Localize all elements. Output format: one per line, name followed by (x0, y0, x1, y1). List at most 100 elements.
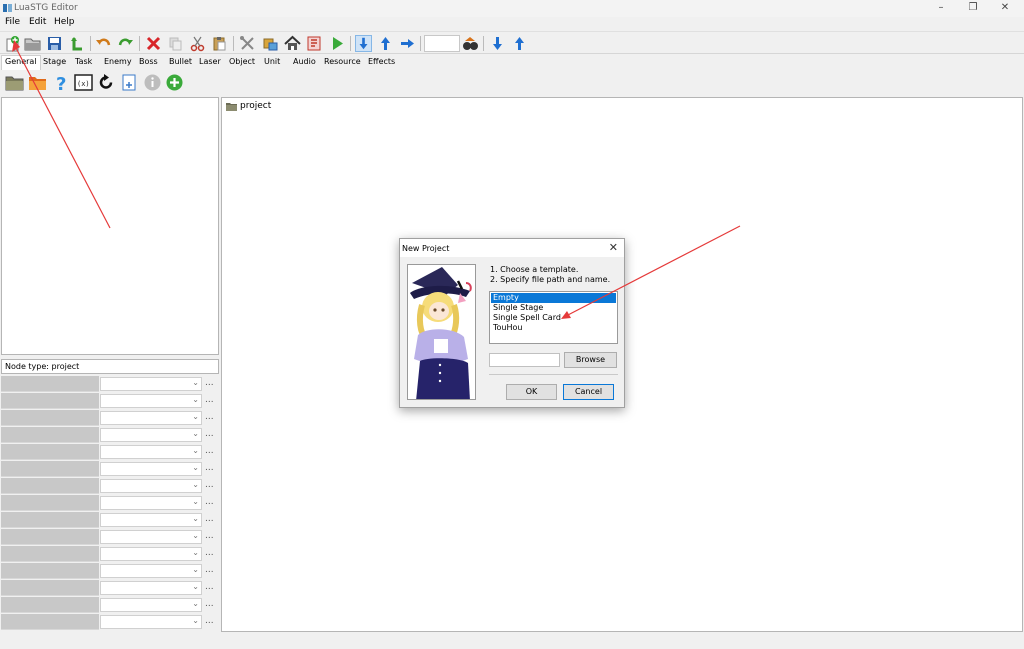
paste-icon[interactable] (211, 35, 228, 52)
template-item-single-stage[interactable]: Single Stage (491, 303, 616, 313)
chevron-down-icon[interactable]: ⌄ (192, 429, 199, 438)
chevron-down-icon[interactable]: ⌄ (192, 497, 199, 506)
property-value-combo[interactable]: ⌄ (100, 496, 202, 510)
tab-bullet[interactable]: Bullet (169, 57, 192, 66)
tab-task[interactable]: Task (75, 57, 92, 66)
ok-button[interactable]: OK (506, 384, 557, 400)
property-value-combo[interactable]: ⌄ (100, 530, 202, 544)
property-value-combo[interactable]: ⌄ (100, 598, 202, 612)
chevron-down-icon[interactable]: ⌄ (192, 565, 199, 574)
tab-boss[interactable]: Boss (139, 57, 158, 66)
code-icon[interactable]: (x) (74, 73, 93, 92)
tab-effects[interactable]: Effects (368, 57, 395, 66)
property-value-combo[interactable]: ⌄ (100, 428, 202, 442)
close-icon[interactable]: ✕ (609, 241, 618, 254)
template-item-touhou[interactable]: TouHou (491, 323, 616, 333)
tools-icon[interactable] (239, 35, 256, 52)
chevron-down-icon[interactable]: ⌄ (192, 531, 199, 540)
copy-disabled-icon[interactable] (167, 35, 184, 52)
open-folder-icon[interactable] (24, 35, 41, 52)
property-value-combo[interactable]: ⌄ (100, 547, 202, 561)
undo-icon[interactable] (95, 35, 112, 52)
property-value-combo[interactable]: ⌄ (100, 445, 202, 459)
menu-help[interactable]: Help (54, 17, 75, 27)
chevron-down-icon[interactable]: ⌄ (192, 378, 199, 387)
tab-unit[interactable]: Unit (264, 57, 280, 66)
property-more-button[interactable]: ... (205, 514, 214, 524)
property-more-button[interactable]: ... (205, 480, 214, 490)
property-more-button[interactable]: ... (205, 395, 214, 405)
property-more-button[interactable]: ... (205, 429, 214, 439)
debug-stage-input[interactable] (424, 35, 460, 52)
menu-edit[interactable]: Edit (29, 17, 46, 27)
chevron-down-icon[interactable]: ⌄ (192, 463, 199, 472)
debug-run-icon[interactable] (462, 35, 479, 52)
property-more-button[interactable]: ... (205, 497, 214, 507)
insert-child-icon[interactable] (355, 35, 372, 52)
close-window-button[interactable]: ✕ (990, 1, 1020, 15)
run-icon[interactable] (329, 35, 346, 52)
add-icon[interactable] (165, 73, 184, 92)
property-value-combo[interactable]: ⌄ (100, 615, 202, 629)
template-item-empty[interactable]: Empty (491, 293, 616, 303)
property-more-button[interactable]: ... (205, 412, 214, 422)
delete-icon[interactable] (145, 35, 162, 52)
property-value-combo[interactable]: ⌄ (100, 377, 202, 391)
folder-orange-icon[interactable] (28, 73, 47, 92)
chevron-down-icon[interactable]: ⌄ (192, 616, 199, 625)
new-project-icon[interactable] (4, 35, 21, 52)
tab-object[interactable]: Object (229, 57, 255, 66)
move-up-icon[interactable] (511, 35, 528, 52)
move-down-icon[interactable] (489, 35, 506, 52)
pack-icon[interactable] (262, 35, 279, 52)
tab-resource[interactable]: Resource (324, 57, 361, 66)
property-more-button[interactable]: ... (205, 565, 214, 575)
info-icon[interactable] (143, 73, 162, 92)
menu-file[interactable]: File (5, 17, 20, 27)
property-value-combo[interactable]: ⌄ (100, 479, 202, 493)
minimize-button[interactable]: – (926, 1, 956, 15)
template-item-single-spell-card[interactable]: Single Spell Card (491, 313, 616, 323)
property-value-combo[interactable]: ⌄ (100, 581, 202, 595)
insert-after-icon[interactable] (399, 35, 416, 52)
save-icon[interactable] (46, 35, 63, 52)
property-more-button[interactable]: ... (205, 616, 214, 626)
refresh-icon[interactable] (97, 73, 116, 92)
chevron-down-icon[interactable]: ⌄ (192, 514, 199, 523)
property-value-combo[interactable]: ⌄ (100, 462, 202, 476)
chevron-down-icon[interactable]: ⌄ (192, 599, 199, 608)
browse-button[interactable]: Browse (564, 352, 617, 368)
chevron-down-icon[interactable]: ⌄ (192, 446, 199, 455)
restore-button[interactable]: ❐ (958, 1, 988, 15)
redo-icon[interactable] (117, 35, 134, 52)
property-value-combo[interactable]: ⌄ (100, 394, 202, 408)
property-more-button[interactable]: ... (205, 531, 214, 541)
tab-enemy[interactable]: Enemy (104, 57, 132, 66)
chevron-down-icon[interactable]: ⌄ (192, 412, 199, 421)
tab-stage[interactable]: Stage (43, 57, 66, 66)
property-value-combo[interactable]: ⌄ (100, 564, 202, 578)
property-more-button[interactable]: ... (205, 582, 214, 592)
cut-icon[interactable] (189, 35, 206, 52)
property-value-combo[interactable]: ⌄ (100, 513, 202, 527)
tab-audio[interactable]: Audio (293, 57, 316, 66)
cancel-button[interactable]: Cancel (563, 384, 614, 400)
folder-icon[interactable] (5, 73, 24, 92)
build-icon[interactable] (306, 35, 323, 52)
property-more-button[interactable]: ... (205, 548, 214, 558)
insert-before-icon[interactable] (377, 35, 394, 52)
property-more-button[interactable]: ... (205, 446, 214, 456)
node-list-panel[interactable] (1, 97, 219, 355)
chevron-down-icon[interactable]: ⌄ (192, 395, 199, 404)
property-more-button[interactable]: ... (205, 463, 214, 473)
document-icon[interactable] (120, 73, 139, 92)
chevron-down-icon[interactable]: ⌄ (192, 548, 199, 557)
help-icon[interactable]: ? (51, 73, 70, 92)
tab-general[interactable]: General (1, 55, 41, 70)
export-icon[interactable] (67, 35, 84, 52)
tab-laser[interactable]: Laser (199, 57, 221, 66)
chevron-down-icon[interactable]: ⌄ (192, 480, 199, 489)
property-more-button[interactable]: ... (205, 599, 214, 609)
template-list[interactable]: Empty Single Stage Single Spell Card Tou… (489, 291, 618, 344)
home-icon[interactable] (284, 35, 301, 52)
